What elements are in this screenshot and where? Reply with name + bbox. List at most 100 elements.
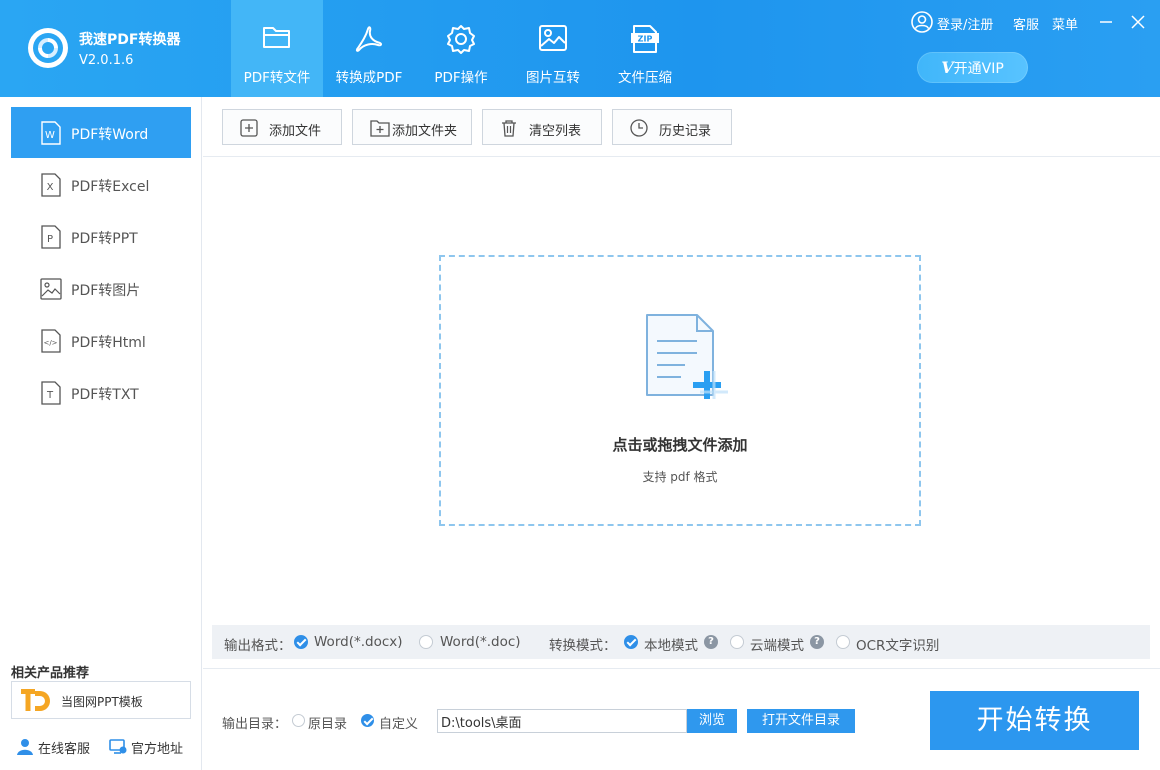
website-icon	[109, 739, 127, 754]
tab-pdf-operations[interactable]: PDF操作	[415, 0, 507, 97]
dropzone-subtitle: 支持 pdf 格式	[642, 470, 718, 484]
start-convert-button[interactable]: 开始转换	[930, 691, 1139, 750]
add-folder-icon	[370, 120, 390, 137]
custom-dir-label[interactable]: 自定义	[379, 713, 418, 732]
zip-label: ZIP	[638, 35, 653, 44]
history-button[interactable]: 历史记录	[612, 109, 732, 145]
online-service-label: 在线客服	[38, 742, 91, 757]
browse-button[interactable]: 浏览	[687, 709, 737, 733]
open-folder-button[interactable]: 打开文件目录	[747, 709, 855, 733]
file-letter: X	[47, 182, 54, 193]
add-file-button[interactable]: 添加文件	[222, 109, 342, 145]
file-letter: </>	[43, 339, 57, 347]
format-doc-radio[interactable]	[419, 635, 433, 649]
local-mode-label[interactable]: 本地模式	[644, 634, 698, 654]
minimize-icon	[1100, 21, 1112, 23]
related-products-title: 相关产品推荐	[11, 666, 90, 681]
original-dir-label[interactable]: 原目录	[308, 713, 347, 732]
sidebar-item-label: PDF转TXT	[71, 387, 139, 403]
tab-label: 图片互转	[526, 70, 580, 86]
format-doc-label[interactable]: Word(*.doc)	[440, 634, 521, 650]
file-letter: P	[47, 234, 53, 245]
add-folder-button[interactable]: 添加文件夹	[352, 109, 472, 145]
file-list-area: 点击或拖拽文件添加 支持 pdf 格式	[203, 158, 1160, 624]
excel-file-icon: X	[41, 173, 61, 197]
history-label: 历史记录	[659, 124, 712, 139]
sidebar-item-pdf-to-excel[interactable]: X PDF转Excel	[11, 159, 191, 210]
user-icon	[911, 11, 933, 33]
tab-label: PDF转文件	[243, 70, 311, 86]
tab-image-convert[interactable]: 图片互转	[507, 0, 599, 97]
format-docx-label[interactable]: Word(*.docx)	[314, 634, 403, 650]
word-file-icon: W	[41, 121, 61, 145]
tab-label: 文件压缩	[618, 70, 672, 86]
vip-label: 开通VIP	[953, 61, 1004, 77]
add-document-icon	[646, 314, 728, 399]
file-dropzone[interactable]: 点击或拖拽文件添加 支持 pdf 格式	[439, 255, 921, 526]
clear-list-button[interactable]: 清空列表	[482, 109, 602, 145]
output-dir-label: 输出目录：	[222, 717, 288, 732]
help-icon[interactable]: ?	[810, 635, 824, 649]
options-bar: 输出格式： Word(*.docx) Word(*.doc) 转换模式： 本地模…	[212, 625, 1150, 659]
output-bar: 输出目录： 原目录 自定义 浏览 打开文件目录 开始转换	[203, 668, 1160, 770]
close-icon	[1131, 15, 1145, 29]
tab-pdf-to-file[interactable]: PDF转文件	[231, 0, 323, 97]
trash-icon	[502, 120, 516, 137]
sidebar-item-label: PDF转Word	[71, 127, 149, 143]
close-button[interactable]	[1130, 14, 1146, 30]
local-mode-radio[interactable]	[624, 635, 638, 649]
minimize-button[interactable]	[1099, 12, 1113, 28]
tab-label: PDF操作	[434, 70, 488, 86]
zip-icon: ZIP	[631, 25, 659, 53]
service-link[interactable]: 客服	[1013, 14, 1039, 33]
output-format-label: 输出格式：	[224, 638, 292, 654]
format-docx-radio[interactable]	[294, 635, 308, 649]
original-dir-radio[interactable]	[292, 714, 305, 727]
service-person-icon	[17, 739, 33, 755]
sidebar-item-pdf-to-image[interactable]: PDF转图片	[11, 263, 191, 314]
sidebar-item-label: PDF转Html	[71, 335, 146, 351]
clear-list-label: 清空列表	[529, 124, 582, 139]
sidebar-item-pdf-to-word[interactable]: W PDF转Word	[11, 107, 191, 158]
app-version: V2.0.1.6	[79, 53, 134, 68]
sidebar-item-pdf-to-ppt[interactable]: P PDF转PPT	[11, 211, 191, 262]
sidebar-item-pdf-to-html[interactable]: </> PDF转Html	[11, 315, 191, 366]
tab-label: 转换成PDF	[335, 70, 403, 86]
sidebar-item-label: PDF转PPT	[71, 231, 138, 247]
cloud-mode-radio[interactable]	[730, 635, 744, 649]
menu-link[interactable]: 菜单	[1052, 14, 1078, 33]
login-label: 登录/注册	[937, 18, 994, 33]
sidebar: W PDF转Word X PDF转Excel P PDF转PPT PDF转图片 …	[0, 97, 202, 770]
help-icon[interactable]: ?	[704, 635, 718, 649]
related-product-label: 当图网PPT模板	[61, 695, 143, 709]
ocr-mode-label[interactable]: OCR文字识别	[856, 634, 939, 654]
vip-button[interactable]: V开通VIP	[917, 52, 1028, 83]
add-file-icon	[240, 119, 258, 137]
tab-file-compress[interactable]: ZIP 文件压缩	[599, 0, 691, 97]
folder-icon	[263, 27, 290, 48]
vip-badge: V	[941, 58, 954, 77]
html-file-icon: </>	[41, 329, 61, 353]
ppt-file-icon: P	[41, 225, 61, 249]
dangtu-logo-icon	[21, 689, 50, 711]
sidebar-item-label: PDF转Excel	[71, 179, 150, 195]
txt-file-icon: T	[41, 381, 61, 405]
file-letter: W	[45, 130, 55, 141]
app-name: 我速PDF转换器	[79, 32, 181, 48]
tab-convert-to-pdf[interactable]: 转换成PDF	[323, 0, 415, 97]
add-file-label: 添加文件	[269, 124, 322, 139]
dropzone-title: 点击或拖拽文件添加	[612, 436, 748, 454]
file-letter: T	[46, 390, 54, 401]
toolbar: 添加文件 添加文件夹 清空列表 历史记录	[203, 97, 1160, 157]
output-path-input[interactable]	[437, 709, 687, 733]
app-logo	[28, 28, 68, 68]
convert-mode-label: 转换模式：	[549, 638, 617, 654]
custom-dir-radio[interactable]	[361, 714, 374, 727]
acrobat-icon	[355, 26, 383, 52]
cloud-mode-label[interactable]: 云端模式	[750, 634, 804, 654]
gear-icon	[447, 25, 475, 54]
image-file-icon	[40, 278, 62, 300]
ocr-mode-radio[interactable]	[836, 635, 850, 649]
related-product-card[interactable]: 当图网PPT模板	[11, 681, 191, 719]
sidebar-item-pdf-to-txt[interactable]: T PDF转TXT	[11, 367, 191, 418]
